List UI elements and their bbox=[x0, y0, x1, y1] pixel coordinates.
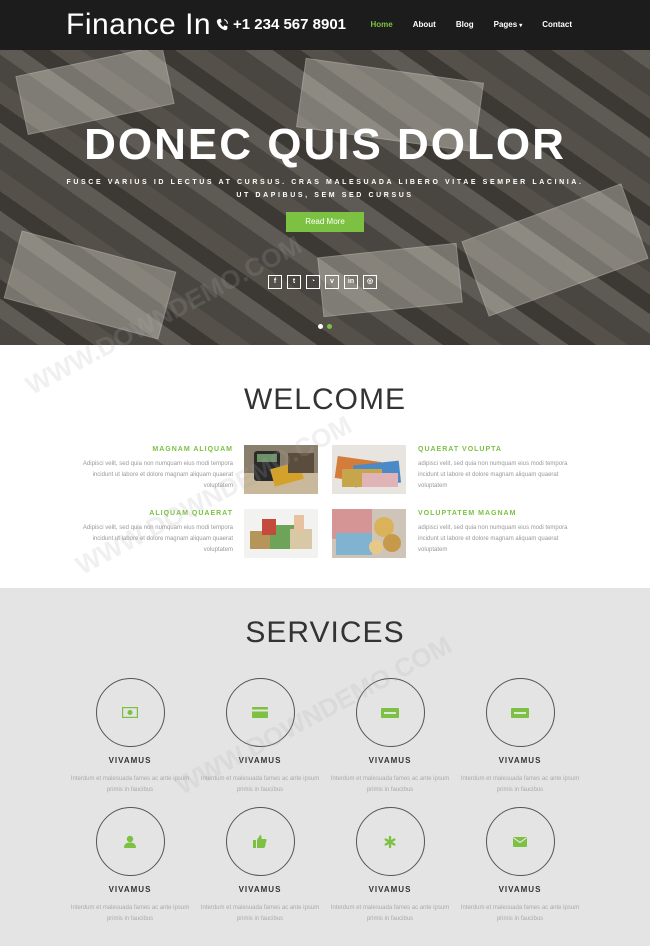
phone-icon bbox=[216, 18, 228, 31]
service-title: VIVAMUS bbox=[108, 756, 152, 765]
feature-photo-card-terminal bbox=[244, 445, 318, 494]
services-title: SERVICES bbox=[245, 616, 405, 649]
user-icon bbox=[121, 835, 139, 849]
feature-title: QUAERAT VOLUPTA bbox=[418, 446, 502, 453]
service-text: Interdum et malesuada fames ac ante ipsu… bbox=[70, 905, 190, 922]
main-nav: Home About Blog Pages ▾ Contact bbox=[351, 20, 573, 29]
service-card: VIVAMUS Interdum et malesuada fames ac a… bbox=[325, 678, 455, 796]
feature-title: MAGNAM ALIQUAM bbox=[152, 446, 233, 453]
hero-slider: DONEC QUIS DOLOR FUSCE VARIUS ID LECTUS … bbox=[0, 50, 650, 345]
service-circle[interactable] bbox=[225, 807, 295, 876]
service-text: Interdum et malesuada fames ac ante ipsu… bbox=[200, 776, 320, 793]
chevron-down-icon: ▾ bbox=[519, 23, 523, 29]
hero-bg-bill bbox=[461, 183, 649, 317]
service-circle[interactable] bbox=[485, 807, 555, 876]
feature-photo-banknotes bbox=[332, 445, 406, 494]
feature-text: adipisci velit, sed quia non numquam eiu… bbox=[418, 525, 568, 553]
service-card: VIVAMUS Interdum et malesuada fames ac a… bbox=[195, 678, 325, 796]
service-card: VIVAMUS Interdum et malesuada fames ac a… bbox=[195, 807, 325, 925]
service-circle[interactable] bbox=[355, 678, 425, 747]
service-title: VIVAMUS bbox=[108, 885, 152, 894]
service-circle[interactable] bbox=[485, 678, 555, 747]
welcome-title: WELCOME bbox=[243, 383, 406, 416]
nav-pages[interactable]: Pages ▾ bbox=[494, 20, 523, 29]
service-text: Interdum et malesuada fames ac ante ipsu… bbox=[330, 905, 450, 922]
vimeo-icon[interactable]: v bbox=[325, 275, 339, 289]
service-text: Interdum et malesuada fames ac ante ipsu… bbox=[460, 905, 580, 922]
service-text: Interdum et malesuada fames ac ante ipsu… bbox=[70, 776, 190, 793]
feature-block: QUAERAT VOLUPTA adipisci velit, sed quia… bbox=[418, 446, 583, 492]
service-text: Interdum et malesuada fames ac ante ipsu… bbox=[460, 776, 580, 793]
paypal-icon bbox=[381, 706, 399, 720]
stripe-icon bbox=[511, 706, 529, 720]
service-circle[interactable] bbox=[355, 807, 425, 876]
service-card: VIVAMUS Interdum et malesuada fames ac a… bbox=[65, 807, 195, 925]
nav-contact[interactable]: Contact bbox=[542, 20, 572, 29]
service-card: VIVAMUS Interdum et malesuada fames ac a… bbox=[65, 678, 195, 796]
twitter-icon[interactable]: t bbox=[287, 275, 301, 289]
slider-dots bbox=[318, 324, 332, 329]
site-header: Finance In +1 234 567 8901 Home About Bl… bbox=[0, 0, 650, 50]
service-card: VIVAMUS Interdum et malesuada fames ac a… bbox=[325, 807, 455, 925]
feature-text: Adipisci velit, sed quia non numquam eiu… bbox=[82, 461, 233, 489]
dribbble-icon[interactable]: ◎ bbox=[363, 275, 377, 289]
linkedin-icon[interactable]: in bbox=[344, 275, 358, 289]
service-circle[interactable] bbox=[225, 678, 295, 747]
service-card: VIVAMUS Interdum et malesuada fames ac a… bbox=[455, 807, 585, 925]
service-title: VIVAMUS bbox=[498, 885, 542, 894]
feature-block: MAGNAM ALIQUAM Adipisci velit, sed quia … bbox=[68, 446, 233, 492]
envelope-icon bbox=[511, 835, 529, 849]
service-title: VIVAMUS bbox=[368, 885, 412, 894]
service-text: Interdum et malesuada fames ac ante ipsu… bbox=[330, 776, 450, 793]
service-card: VIVAMUS Interdum et malesuada fames ac a… bbox=[455, 678, 585, 796]
service-title: VIVAMUS bbox=[238, 756, 282, 765]
service-title: VIVAMUS bbox=[498, 756, 542, 765]
hero-bg-bill bbox=[3, 230, 177, 340]
feature-title: ALIQUAM QUAERAT bbox=[149, 510, 233, 517]
service-circle[interactable] bbox=[95, 678, 165, 747]
feature-text: adipisci velit, sed quia non numquam eiu… bbox=[418, 461, 568, 489]
phone-text: +1 234 567 8901 bbox=[233, 16, 347, 33]
site-logo[interactable]: Finance In bbox=[66, 8, 211, 42]
feature-text: Adipisci velit, sed quia non numquam eiu… bbox=[82, 525, 233, 553]
feature-photo-money-stack bbox=[244, 509, 318, 558]
rss-icon[interactable]: ◔ bbox=[306, 275, 320, 289]
thumbs-up-icon bbox=[251, 835, 269, 849]
social-links: f t ◔ v in ◎ bbox=[268, 275, 377, 289]
nav-home[interactable]: Home bbox=[371, 20, 393, 29]
nav-blog[interactable]: Blog bbox=[456, 20, 474, 29]
service-title: VIVAMUS bbox=[368, 756, 412, 765]
money-icon bbox=[121, 706, 139, 720]
nav-about[interactable]: About bbox=[413, 20, 436, 29]
service-circle[interactable] bbox=[95, 807, 165, 876]
phone-number: +1 234 567 8901 bbox=[216, 16, 346, 33]
service-title: VIVAMUS bbox=[238, 885, 282, 894]
feature-block: VOLUPTATEM MAGNAM adipisci velit, sed qu… bbox=[418, 510, 583, 556]
slider-dot-active[interactable] bbox=[327, 324, 332, 329]
read-more-button[interactable]: Read More bbox=[286, 212, 364, 232]
welcome-section: WELCOME MAGNAM ALIQUAM Adipisci velit, s… bbox=[0, 345, 650, 588]
feature-block: ALIQUAM QUAERAT Adipisci velit, sed quia… bbox=[68, 510, 233, 556]
service-text: Interdum et malesuada fames ac ante ipsu… bbox=[200, 905, 320, 922]
hero-subtitle: FUSCE VARIUS ID LECTUS AT CURSUS. CRAS M… bbox=[66, 179, 584, 199]
slider-dot[interactable] bbox=[318, 324, 323, 329]
facebook-icon[interactable]: f bbox=[268, 275, 282, 289]
feature-title: VOLUPTATEM MAGNAM bbox=[418, 510, 517, 517]
services-section: SERVICES VIVAMUS Interdum et malesuada f… bbox=[0, 588, 650, 946]
nav-pages-label: Pages bbox=[493, 20, 518, 29]
credit-card-icon bbox=[251, 706, 269, 720]
asterisk-icon bbox=[381, 835, 399, 849]
feature-photo-euros bbox=[332, 509, 406, 558]
hero-title: DONEC QUIS DOLOR bbox=[84, 120, 566, 169]
